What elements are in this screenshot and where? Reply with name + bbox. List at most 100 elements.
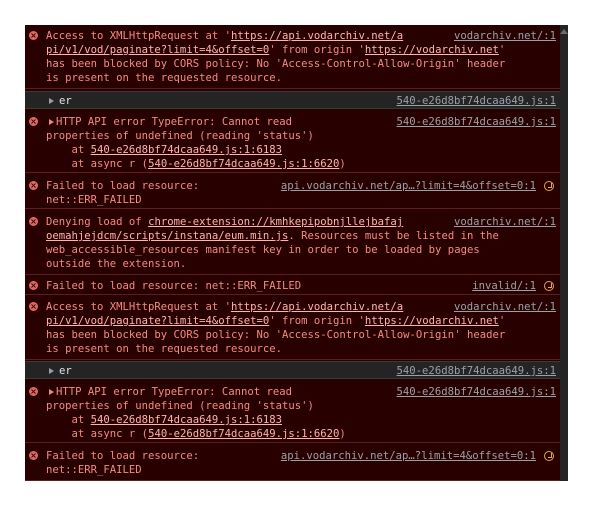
console-error-row[interactable]: × Failed to load resource:net::ERR_FAILED…	[25, 175, 560, 209]
source-location-link[interactable]: 540-e26d8bf74dcaa649.js:1	[397, 94, 556, 108]
devtools-console: × Access to XMLHttpRequest at 'https://ap…	[25, 25, 568, 481]
message-text: at	[46, 414, 91, 426]
expand-triangle-icon[interactable]	[49, 389, 54, 395]
message-text: HTTP API error TypeError: Cannot read	[56, 386, 292, 398]
console-error-row[interactable]: × HTTP API error TypeError: Cannot read pr…	[25, 381, 560, 443]
message-text: is present on the requested resource.	[46, 72, 282, 84]
message-text: web_accessible_resources manifest key in…	[46, 244, 480, 256]
message-line: at 540-e26d8bf74dcaa649.js:1:6183	[46, 413, 283, 427]
error-circle-icon: ×	[29, 451, 38, 460]
message-text: at async r (	[46, 428, 149, 440]
message-line: outside the extension.	[46, 257, 186, 271]
console-error-row[interactable]: × Access to XMLHttpRequest at 'https://ap…	[25, 25, 560, 89]
source-location-link[interactable]: 540-e26d8bf74dcaa649.js:1	[397, 385, 556, 399]
message-link[interactable]: 540-e26d8bf74dcaa649.js:1:6620	[148, 428, 339, 440]
message-text: )	[339, 158, 346, 170]
message-line: Denying load of chrome-extension://kmhke…	[46, 215, 403, 229]
error-circle-icon: ×	[29, 217, 38, 226]
error-circle-icon: ×	[29, 302, 38, 311]
message-line: web_accessible_resources manifest key in…	[46, 243, 480, 257]
message-line: properties of undefined (reading 'status…	[46, 399, 314, 413]
message-text: . Resources must be listed in the	[288, 230, 499, 242]
source-location-link[interactable]: api.vodarchiv.net/ap…?limit=4&offset=0:1	[281, 179, 536, 193]
console-log-row[interactable]: er 540-e26d8bf74dcaa649.js:1	[25, 91, 560, 109]
message-line: has been blocked by CORS policy: No 'Acc…	[46, 57, 505, 71]
source-location-link[interactable]: vodarchiv.net/:1	[454, 300, 556, 314]
message-line: Failed to load resource:	[46, 179, 199, 193]
error-circle-icon: ×	[29, 281, 38, 290]
message-link[interactable]: https://api.vodarchiv.net/a	[231, 301, 403, 313]
message-text: HTTP API error TypeError: Cannot read	[56, 116, 292, 128]
network-request-icon[interactable]	[544, 281, 554, 291]
console-error-row[interactable]: × Denying load of chrome-extension://kmhk…	[25, 211, 560, 275]
message-link[interactable]: pi/v1/vod/paginate?limit=4&offset=0	[46, 44, 269, 56]
message-text: net::ERR_FAILED	[46, 194, 142, 206]
message-line: at async r (540-e26d8bf74dcaa649.js:1:66…	[46, 157, 346, 171]
message-line: net::ERR_FAILED	[46, 193, 142, 207]
message-text: has been blocked by CORS policy: No 'Acc…	[46, 58, 506, 70]
message-line: pi/v1/vod/paginate?limit=4&offset=0' fro…	[46, 43, 505, 57]
message-line: at async r (540-e26d8bf74dcaa649.js:1:66…	[46, 427, 346, 441]
error-circle-icon: ×	[29, 117, 38, 126]
expand-triangle-icon[interactable]	[49, 119, 54, 125]
log-text: er	[59, 95, 72, 107]
message-line: is present on the requested resource.	[46, 71, 282, 85]
message-line: Failed to load resource: net::ERR_FAILED	[46, 279, 301, 293]
message-text: outside the extension.	[46, 258, 187, 270]
message-link[interactable]: oemahjejdcm/scripts/instana/eum.min.js	[46, 230, 288, 242]
error-circle-icon: ×	[29, 181, 38, 190]
message-link[interactable]: pi/v1/vod/paginate?limit=4&offset=0	[46, 315, 269, 327]
scroll-up-arrow-icon[interactable]	[560, 29, 568, 34]
message-text: Failed to load resource: net::ERR_FAILED	[46, 280, 302, 292]
message-link[interactable]: https://vodarchiv.net	[365, 315, 499, 327]
error-circle-icon: ×	[29, 31, 38, 40]
message-line: at 540-e26d8bf74dcaa649.js:1:6183	[46, 143, 283, 157]
source-location-link[interactable]: vodarchiv.net/:1	[454, 215, 556, 229]
message-link[interactable]: 540-e26d8bf74dcaa649.js:1:6183	[91, 414, 282, 426]
network-request-icon[interactable]	[544, 451, 554, 461]
message-text: )	[339, 428, 346, 440]
message-text: Failed to load resource:	[46, 180, 200, 192]
message-line: net::ERR_FAILED	[46, 463, 142, 477]
message-text: at	[46, 144, 91, 156]
console-error-row[interactable]: × Failed to load resource: net::ERR_FAILE…	[25, 277, 560, 295]
message-line: Failed to load resource:	[46, 449, 199, 463]
console-error-row[interactable]: × Access to XMLHttpRequest at 'https://ap…	[25, 296, 560, 360]
error-circle-icon: ×	[29, 387, 38, 396]
message-text: Access to XMLHttpRequest at '	[46, 30, 231, 42]
message-link[interactable]: 540-e26d8bf74dcaa649.js:1:6620	[148, 158, 339, 170]
message-link[interactable]: https://api.vodarchiv.net/a	[231, 30, 403, 42]
message-link[interactable]: 540-e26d8bf74dcaa649.js:1:6183	[91, 144, 282, 156]
message-text: Denying load of	[46, 216, 149, 228]
log-text: er	[59, 365, 72, 377]
source-location-link[interactable]: 540-e26d8bf74dcaa649.js:1	[397, 115, 556, 129]
message-text: has been blocked by CORS policy: No 'Acc…	[46, 329, 506, 341]
message-text: ' from origin '	[269, 315, 365, 327]
message-line: Access to XMLHttpRequest at 'https://api…	[46, 29, 403, 43]
expand-triangle-icon[interactable]	[49, 368, 54, 374]
console-error-row[interactable]: × HTTP API error TypeError: Cannot read pr…	[25, 111, 560, 173]
message-text: is present on the requested resource.	[46, 343, 282, 355]
message-text: at async r (	[46, 158, 149, 170]
message-link[interactable]: https://vodarchiv.net	[365, 44, 499, 56]
message-line: is present on the requested resource.	[46, 342, 282, 356]
expand-triangle-icon[interactable]	[49, 98, 54, 104]
source-location-link[interactable]: invalid/:1	[472, 279, 536, 293]
message-text: Access to XMLHttpRequest at '	[46, 301, 231, 313]
message-text: net::ERR_FAILED	[46, 464, 142, 476]
message-text: properties of undefined (reading 'status…	[46, 400, 314, 412]
source-location-link[interactable]: vodarchiv.net/:1	[454, 29, 556, 43]
message-line: has been blocked by CORS policy: No 'Acc…	[46, 328, 505, 342]
message-line: oemahjejdcm/scripts/instana/eum.min.js. …	[46, 229, 499, 243]
console-log-row[interactable]: er 540-e26d8bf74dcaa649.js:1	[25, 361, 560, 379]
console-error-row[interactable]: × Failed to load resource: net::ERR_FAILED…	[25, 445, 560, 481]
message-text: properties of undefined (reading 'status…	[46, 130, 314, 142]
message-text: '	[498, 44, 506, 56]
message-link[interactable]: chrome-extension://kmhkepipobnjllejbafaj	[148, 216, 403, 228]
network-request-icon[interactable]	[544, 181, 554, 191]
console-scrollbar[interactable]	[560, 25, 568, 481]
message-text: ' from origin '	[269, 44, 365, 56]
source-location-link[interactable]: 540-e26d8bf74dcaa649.js:1	[397, 364, 556, 378]
message-line: pi/v1/vod/paginate?limit=4&offset=0' fro…	[46, 314, 505, 328]
source-location-link[interactable]: api.vodarchiv.net/ap…?limit=4&offset=0:1	[281, 449, 536, 463]
